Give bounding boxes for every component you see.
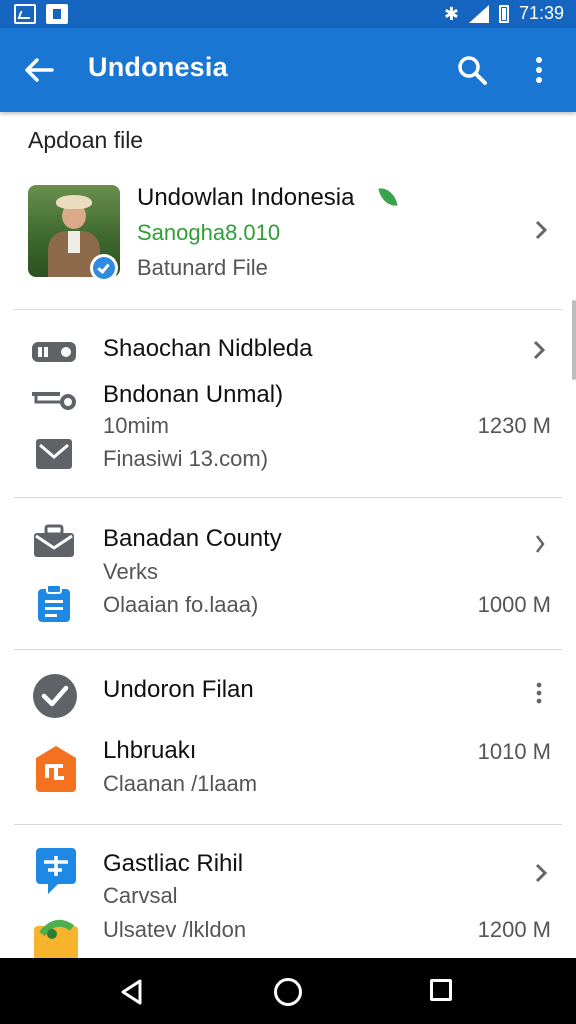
yellow-app-icon <box>34 919 78 960</box>
verified-badge-icon <box>90 254 118 282</box>
section-header: Apdoan file <box>28 127 144 153</box>
divider <box>14 824 562 825</box>
scrollbar[interactable] <box>572 300 576 380</box>
app-title: Undonesia <box>88 52 228 82</box>
app-bar: Undonesia <box>0 28 576 112</box>
item-sub: Claanan /1laam <box>103 771 258 796</box>
group-title: Gastliac Rihil <box>103 850 244 877</box>
divider <box>14 649 562 650</box>
item-title: Bndonan Unmal) <box>103 381 284 408</box>
profile-name: Undowlan Indonesia <box>137 184 355 211</box>
item-sub: Olaaian fo.laaa) <box>103 592 259 617</box>
item-sub: 10mim <box>103 413 170 438</box>
item-sub: Carvsal <box>103 883 178 908</box>
divider <box>14 497 562 498</box>
file-icon <box>46 4 68 24</box>
more-vert-icon[interactable] <box>534 682 544 704</box>
briefcase-mail-icon <box>34 524 74 557</box>
chevron-right-icon[interactable] <box>530 219 552 241</box>
bluetooth-icon: ✱ <box>443 3 459 24</box>
radio-icon <box>32 342 76 362</box>
battery-icon <box>498 4 509 23</box>
item-title: Lhbruakı <box>103 737 197 764</box>
image-icon <box>14 4 36 24</box>
status-bar: ✱ 71:39 <box>0 0 576 28</box>
group-title: Undoron Filan <box>103 676 254 703</box>
mail-icon <box>36 439 72 469</box>
search-icon[interactable] <box>456 54 488 86</box>
nav-home-icon[interactable] <box>274 978 302 1006</box>
chevron-right-icon[interactable] <box>530 862 552 884</box>
nav-back-icon[interactable] <box>118 978 146 1006</box>
clipboard-icon <box>38 584 70 622</box>
group-title: Banadan County <box>103 525 282 552</box>
status-time: 71:39 <box>518 3 564 23</box>
signal-icon <box>468 4 489 23</box>
more-vert-icon[interactable] <box>535 533 545 555</box>
item-sub: Ulsatev /lkldon <box>103 917 247 942</box>
back-arrow-icon[interactable] <box>22 54 56 86</box>
chat-icon <box>36 848 76 894</box>
nav-recents-icon[interactable] <box>430 979 452 1001</box>
group-title: Shaochan Nidbleda <box>103 335 313 362</box>
profile-subtitle: Sanogha8.010 <box>137 220 281 245</box>
item-size: 1010 M <box>477 739 551 764</box>
divider <box>14 309 562 310</box>
leaf-icon <box>378 185 398 209</box>
navigation-bar <box>0 958 576 1024</box>
item-sub: Finasiwi 13.com) <box>103 446 269 471</box>
orange-app-icon <box>36 746 76 792</box>
item-size: 1200 M <box>477 917 551 942</box>
item-size: 1230 M <box>477 413 551 438</box>
check-circle-icon <box>33 674 77 718</box>
chevron-right-icon[interactable] <box>528 339 550 361</box>
more-vert-icon[interactable] <box>526 54 552 86</box>
profile-meta: Batunard File <box>137 255 268 280</box>
item-sub: Verks <box>103 559 159 584</box>
key-icon <box>32 392 76 410</box>
item-size: 1000 M <box>477 592 551 617</box>
